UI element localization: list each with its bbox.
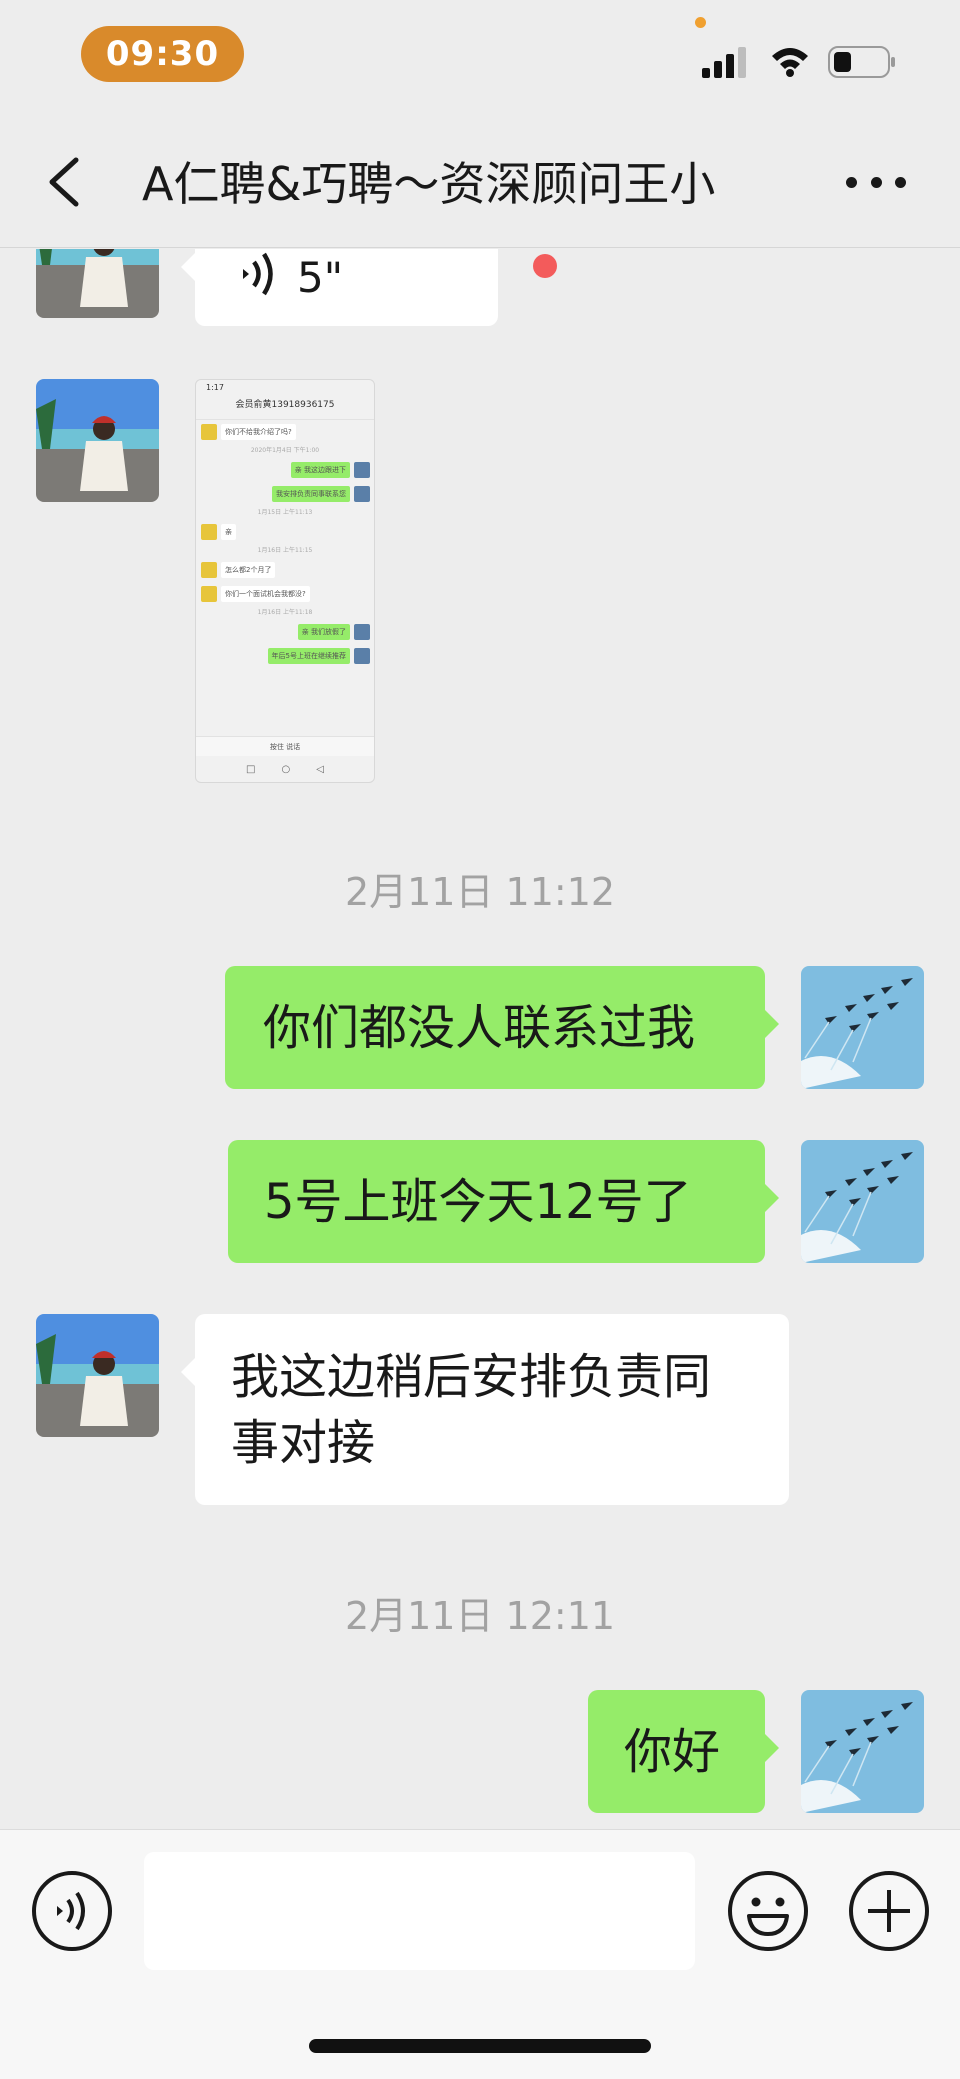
my-avatar[interactable] bbox=[801, 1140, 924, 1263]
voice-message-bubble[interactable]: 5" bbox=[181, 249, 498, 326]
thumb-status-time: 1:17 bbox=[206, 383, 224, 392]
thumb-line: 年后5号上班在继续推荐 bbox=[267, 648, 350, 664]
chat-header: A仁聘&巧聘～资深顾问王小 bbox=[0, 110, 960, 248]
thumb-line: 1月15日 上午11:13 bbox=[257, 509, 313, 516]
thumb-line: 你们不给我介绍了吗? bbox=[221, 424, 296, 440]
message-text: 你好 bbox=[624, 1723, 721, 1780]
voice-icon[interactable] bbox=[31, 1870, 113, 1952]
plus-icon[interactable] bbox=[848, 1870, 930, 1952]
voice-unread-dot bbox=[533, 254, 557, 278]
received-message-bubble[interactable]: 我这边稍后安排负责同事对接 bbox=[181, 1314, 789, 1505]
sent-message-bubble[interactable]: 你好 bbox=[588, 1690, 779, 1813]
thumb-line: 亲 bbox=[221, 524, 236, 540]
thumb-title: 会员俞黄13918936175 bbox=[196, 394, 374, 420]
thumb-line: 亲 我这边跟进下 bbox=[290, 462, 350, 478]
battery-icon bbox=[828, 46, 895, 78]
status-time: 09:30 bbox=[81, 26, 244, 82]
sent-message-bubble[interactable]: 5号上班今天12号了 bbox=[228, 1140, 779, 1263]
thumb-line: 亲 我们放假了 bbox=[297, 624, 350, 640]
signal-icon bbox=[702, 47, 746, 78]
thumb-line: 2020年1月4日 下午1:00 bbox=[250, 447, 320, 454]
message-input[interactable] bbox=[144, 1852, 695, 1970]
message-text: 5号上班今天12号了 bbox=[264, 1173, 692, 1230]
chevron-left-icon[interactable] bbox=[40, 152, 90, 212]
voice-icon bbox=[243, 252, 273, 296]
thumb-input-hint: 按住 说话 bbox=[196, 736, 374, 756]
message-text: 我这边稍后安排负责同事对接 bbox=[231, 1349, 712, 1471]
thumb-line: 1月16日 上午11:15 bbox=[257, 547, 313, 554]
sent-message-bubble[interactable]: 你们都没人联系过我 bbox=[225, 966, 779, 1089]
status-bar: 09:30 bbox=[0, 0, 960, 110]
message-text: 你们都没人联系过我 bbox=[263, 999, 696, 1056]
message-timestamp: 2月11日 12:11 bbox=[344, 1594, 616, 1638]
more-dots-icon[interactable] bbox=[846, 170, 906, 194]
home-indicator[interactable] bbox=[309, 2039, 651, 2053]
contact-avatar[interactable] bbox=[36, 249, 159, 318]
privacy-indicator-dot bbox=[695, 17, 706, 28]
message-timestamp: 2月11日 11:12 bbox=[344, 870, 616, 914]
my-avatar[interactable] bbox=[801, 1690, 924, 1813]
thumb-line: 1月16日 上午11:18 bbox=[257, 609, 313, 616]
message-list[interactable]: 5" 1:17 会员俞黄13918936175 你们不给我介绍了吗? 2020年… bbox=[0, 249, 960, 1829]
thumb-line: 怎么都2个月了 bbox=[221, 562, 276, 578]
chat-title: A仁聘&巧聘～资深顾问王小 bbox=[142, 157, 716, 211]
wifi-icon bbox=[772, 48, 808, 77]
contact-avatar[interactable] bbox=[36, 379, 159, 502]
my-avatar[interactable] bbox=[801, 966, 924, 1089]
input-bar bbox=[0, 1829, 960, 2079]
voice-duration: 5" bbox=[297, 253, 344, 302]
thumb-line: 你们一个面试机会我都没? bbox=[221, 586, 310, 602]
contact-avatar[interactable] bbox=[36, 1314, 159, 1437]
thumb-line: 我安排负责同事联系您 bbox=[272, 486, 350, 502]
image-message[interactable]: 1:17 会员俞黄13918936175 你们不给我介绍了吗? 2020年1月4… bbox=[195, 379, 375, 783]
emoji-icon[interactable] bbox=[727, 1870, 809, 1952]
